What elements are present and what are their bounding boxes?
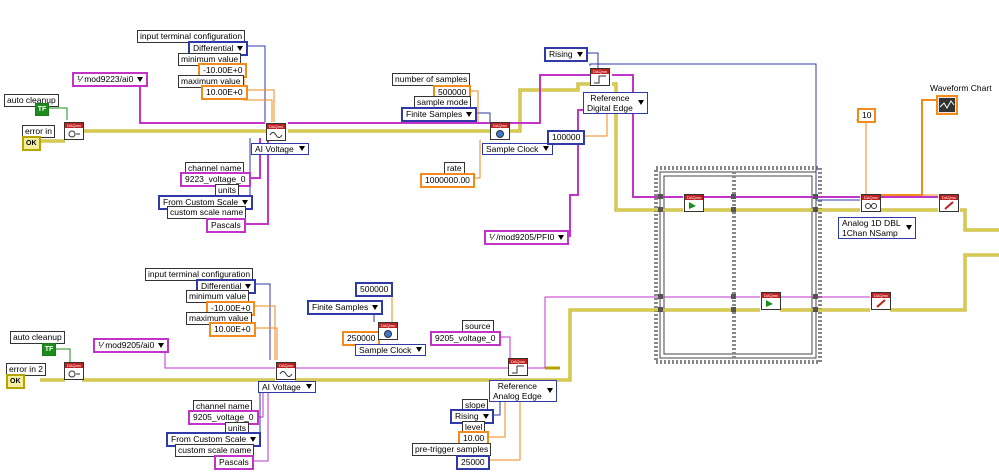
daqmx-timing-icon	[384, 330, 392, 338]
daqmx-create-channel-icon	[279, 371, 293, 377]
daqmx-read-icon	[865, 203, 877, 209]
daqmx-trigger-icon	[512, 365, 524, 374]
daqmx-clear-node-bottom[interactable]: DAQmx	[871, 292, 891, 310]
daqmx-create-channel-icon	[269, 132, 283, 138]
trigger-slope-constant[interactable]: Rising	[544, 47, 588, 62]
rate-constant[interactable]: 1000000.00	[420, 173, 475, 188]
daqmx-create-channel-node-top[interactable]: DAQmx	[266, 123, 286, 141]
maximum-value-constant-2[interactable]: 10.00E+0	[209, 322, 256, 337]
daqmx-start-icon	[766, 300, 773, 307]
trigger-source-constant[interactable]: ⅟ /mod9205/PFI0	[484, 230, 570, 245]
samples-per-channel-constant[interactable]: 10	[857, 108, 877, 123]
daqmx-clear-icon	[876, 299, 886, 308]
daqmx-trigger-icon	[594, 75, 606, 84]
waveform-chart-icon[interactable]	[936, 95, 958, 115]
numeric-wires	[239, 67, 938, 461]
daqmx-create-channel-icon	[68, 370, 80, 378]
daqmx-timing-node-bottom[interactable]: DAQmx	[378, 322, 398, 340]
auto-cleanup-constant-2[interactable]: TF	[42, 343, 56, 356]
auto-cleanup-constant[interactable]: TF	[35, 103, 49, 116]
daqmx-create-task-node[interactable]: DAQmx	[64, 122, 84, 140]
sample-clock-selector-top[interactable]: Sample Clock	[482, 143, 554, 155]
daqmx-timing-icon	[496, 130, 504, 138]
sample-mode-constant[interactable]: Finite Samples	[401, 107, 478, 122]
error-in-cluster[interactable]: OK	[22, 136, 41, 151]
daqmx-start-node-bottom[interactable]: DAQmx	[761, 292, 781, 310]
waveform-chart-label: Waveform Chart	[930, 83, 992, 93]
daqmx-start-icon	[689, 202, 696, 209]
reference-analog-edge-selector[interactable]: Reference Analog Edge	[489, 380, 557, 402]
daqmx-timing-node-top[interactable]: DAQmx	[490, 122, 510, 140]
daqmx-trigger-node-top[interactable]: DAQmx	[590, 68, 610, 86]
ai-voltage-selector-bottom[interactable]: AI Voltage	[258, 381, 316, 393]
daqmx-create-task-node-2[interactable]: DAQmx	[64, 362, 84, 380]
analog-1d-dbl-selector[interactable]: Analog 1D DBL 1Chan NSamp	[838, 217, 916, 239]
sample-clock-selector-bottom[interactable]: Sample Clock	[355, 344, 427, 356]
pretrigger-samples-constant-2[interactable]: 25000	[456, 455, 490, 470]
daqmx-start-node-top[interactable]: DAQmx	[684, 194, 704, 212]
boolean-wires	[48, 107, 71, 362]
maximum-value-constant[interactable]: 10.00E+0	[201, 85, 248, 100]
custom-scale-name-constant-2[interactable]: Pascals	[214, 455, 254, 470]
ai-voltage-selector-top[interactable]: AI Voltage	[251, 143, 309, 155]
daqmx-read-node[interactable]: DAQmx	[861, 194, 881, 212]
reference-digital-edge-selector[interactable]: Reference Digital Edge	[583, 92, 648, 114]
number-of-samples-constant-2[interactable]: 500000	[355, 282, 394, 297]
pretrigger-samples-constant-top[interactable]: 100000	[547, 130, 586, 145]
error-in-2-cluster[interactable]: OK	[6, 374, 25, 389]
physical-channel-constant[interactable]: ⅟ mod9223/ai0	[72, 72, 149, 87]
custom-scale-name-constant[interactable]: Pascals	[206, 218, 246, 233]
sample-mode-constant-2[interactable]: Finite Samples	[307, 300, 384, 315]
daqmx-create-channel-node-bottom[interactable]: DAQmx	[276, 362, 296, 380]
physical-channel-constant-2[interactable]: ⅟ mod9205/ai0	[93, 338, 170, 353]
daqmx-create-channel-icon	[68, 130, 80, 138]
daqmx-clear-icon	[944, 201, 954, 210]
source-constant[interactable]: 9205_voltage_0	[430, 331, 501, 346]
auto-cleanup-label: auto cleanup	[4, 94, 59, 107]
auto-cleanup-label-2: auto cleanup	[10, 331, 65, 344]
daqmx-clear-node-top[interactable]: DAQmx	[939, 194, 959, 212]
daqmx-trigger-node-bottom[interactable]: DAQmx	[508, 358, 528, 376]
